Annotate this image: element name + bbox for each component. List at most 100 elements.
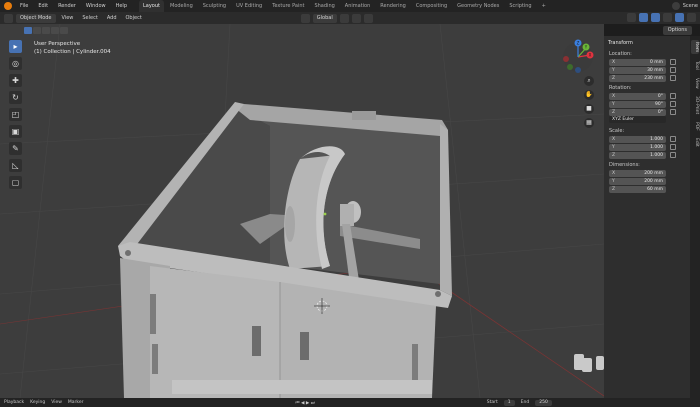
options-dropdown[interactable]: Options [662, 26, 692, 35]
select-invert-icon[interactable] [51, 27, 59, 34]
menu-window[interactable]: Window [82, 0, 110, 12]
lock-icon[interactable] [670, 59, 676, 65]
menu-object[interactable]: Object [123, 12, 145, 24]
scene-name[interactable]: Scene [683, 3, 698, 9]
lock-icon[interactable] [670, 93, 676, 99]
scale-z-field[interactable]: Z 1.000 [609, 152, 666, 159]
proportional-edit-icon[interactable] [363, 13, 373, 23]
marker-menu[interactable]: Marker [68, 400, 84, 405]
overlay-toggle-icon[interactable] [651, 13, 660, 22]
lock-icon[interactable] [670, 136, 676, 142]
tab-sculpting[interactable]: Sculpting [199, 0, 230, 12]
end-frame-field[interactable]: 250 [535, 399, 552, 406]
blender-logo-icon[interactable] [4, 2, 12, 10]
lock-icon[interactable] [670, 101, 676, 107]
orientation-dropdown[interactable]: Global [312, 13, 337, 23]
menu-edit[interactable]: Edit [34, 0, 52, 12]
rotation-label: Rotation: [609, 85, 632, 91]
select-extend-icon[interactable] [33, 27, 41, 34]
tab-scripting[interactable]: Scripting [505, 0, 535, 12]
scene-selector-icon[interactable] [671, 2, 680, 10]
location-label: Location: [609, 51, 632, 57]
editor-type-icon[interactable] [4, 13, 13, 23]
view-menu[interactable]: View [51, 400, 62, 405]
zoom-icon[interactable]: ⌕ [584, 76, 594, 86]
add-workspace-button[interactable]: + [538, 0, 550, 12]
scale-x-field[interactable]: X 1.000 [609, 136, 666, 143]
measure-tool-icon[interactable]: ◺ [9, 159, 22, 172]
tab-3d-print[interactable]: 3D-Print [691, 94, 699, 116]
shading-material-icon[interactable] [687, 13, 696, 22]
select-subtract-icon[interactable] [42, 27, 50, 34]
xray-icon[interactable] [663, 13, 672, 22]
rotation-x-field[interactable]: X 0° [609, 93, 666, 100]
move-tool-icon[interactable]: ✚ [9, 74, 22, 87]
tab-shading[interactable]: Shading [310, 0, 338, 12]
tab-compositing[interactable]: Compositing [412, 0, 451, 12]
transform-section-title[interactable]: Transform [608, 40, 633, 46]
perspective-toggle-icon[interactable]: ▦ [584, 118, 594, 128]
keying-menu[interactable]: Keying [30, 400, 45, 405]
tab-texture-paint[interactable]: Texture Paint [268, 0, 308, 12]
camera-view-icon[interactable]: ■ [584, 104, 594, 114]
tab-uv-editing[interactable]: UV Editing [232, 0, 266, 12]
playback-controls-icon[interactable]: ⏮ ◀ ▶ ⏭ [295, 400, 314, 406]
visibility-icon[interactable] [627, 13, 636, 22]
view-name: User Perspective [34, 41, 81, 47]
3d-viewport[interactable]: X Y Z [0, 24, 604, 398]
scale-tool-icon[interactable]: ◰ [9, 108, 22, 121]
lock-icon[interactable] [670, 75, 676, 81]
transform-tool-icon[interactable]: ▣ [9, 125, 22, 138]
menu-render[interactable]: Render [54, 0, 80, 12]
tab-rendering[interactable]: Rendering [376, 0, 410, 12]
menu-add[interactable]: Add [104, 12, 120, 24]
menu-help[interactable]: Help [112, 0, 131, 12]
timeline-header: Playback Keying View Marker ⏮ ◀ ▶ ⏭ Star… [0, 398, 700, 407]
select-intersect-icon[interactable] [60, 27, 68, 34]
rotation-y-field[interactable]: Y 90° [609, 101, 666, 108]
scale-y-field[interactable]: Y 1.000 [609, 144, 666, 151]
dimensions-x-field[interactable]: X 200 mm [609, 170, 666, 177]
menu-file[interactable]: File [16, 0, 32, 12]
top-menu-bar: File Edit Render Window Help Layout Mode… [0, 0, 700, 12]
lock-icon[interactable] [670, 109, 676, 115]
pivot-icon[interactable] [300, 13, 310, 23]
lock-icon[interactable] [670, 152, 676, 158]
gizmo-toggle-icon[interactable] [639, 13, 648, 22]
snap-icon[interactable] [351, 13, 361, 23]
tab-view[interactable]: View [691, 76, 699, 90]
menu-select[interactable]: Select [79, 12, 100, 24]
tab-edit[interactable]: Edit [691, 136, 699, 148]
pan-hand-icon[interactable]: ✋ [584, 90, 594, 100]
rotate-tool-icon[interactable]: ↻ [9, 91, 22, 104]
tab-item[interactable]: Item [691, 40, 699, 54]
tab-tool[interactable]: Tool [691, 58, 699, 72]
gizmo-x-label: X [589, 53, 592, 58]
lock-icon[interactable] [670, 67, 676, 73]
add-cube-tool-icon[interactable]: ▢ [9, 176, 22, 189]
tab-geometry-nodes[interactable]: Geometry Nodes [453, 0, 503, 12]
location-z-field[interactable]: Z 230 mm [609, 75, 666, 82]
rotation-z-field[interactable]: Z 0° [609, 109, 666, 116]
lock-icon[interactable] [670, 144, 676, 150]
start-frame-field[interactable]: 1 [503, 399, 515, 406]
tab-animation[interactable]: Animation [341, 0, 375, 12]
select-box-tool-icon[interactable]: ▸ [9, 40, 22, 53]
menu-view[interactable]: View [59, 12, 77, 24]
rotation-mode-dropdown[interactable]: XYZ Euler [609, 116, 666, 123]
mode-dropdown[interactable]: Object Mode [16, 13, 56, 23]
tab-modeling[interactable]: Modeling [166, 0, 197, 12]
dimensions-y-field[interactable]: Y 200 mm [609, 178, 666, 185]
playback-menu[interactable]: Playback [4, 400, 24, 405]
dimensions-z-field[interactable]: Z 60 mm [609, 186, 666, 193]
start-frame-label: Start [486, 400, 498, 405]
location-y-field[interactable]: Y 30 mm [609, 67, 666, 74]
annotate-tool-icon[interactable]: ✎ [9, 142, 22, 155]
cursor-tool-icon[interactable]: ◎ [9, 57, 22, 70]
tab-pdf[interactable]: PDF [691, 120, 699, 132]
select-new-icon[interactable] [24, 27, 32, 34]
tab-layout[interactable]: Layout [139, 0, 164, 12]
link-icon[interactable] [339, 13, 349, 23]
shading-solid-icon[interactable] [675, 13, 684, 22]
location-x-field[interactable]: X0 mm [609, 59, 666, 66]
